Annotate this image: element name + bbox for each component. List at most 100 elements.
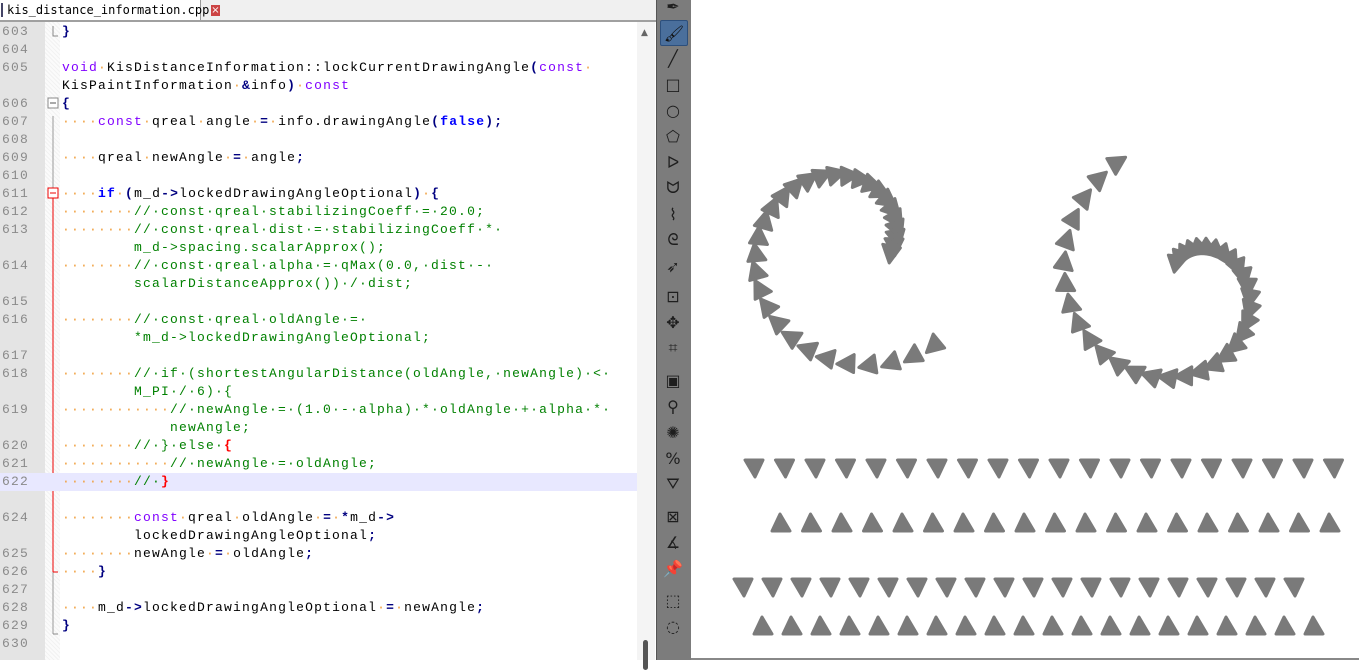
line-number: 608 [2, 132, 30, 147]
rectangle-tool-icon[interactable]: □ [660, 72, 686, 96]
scrollbar-thumb[interactable] [643, 640, 648, 670]
code-token: = [323, 510, 333, 525]
brush-dab [987, 458, 1009, 479]
color-picker-tool-icon[interactable]: ⚲ [660, 394, 686, 418]
measure-tool-icon[interactable]: ∡ [660, 530, 686, 554]
freehand-path-tool-icon[interactable]: ⌇ [660, 202, 686, 226]
code-line[interactable]: 615 [0, 293, 637, 311]
code-line[interactable]: 625 ········newAngle·=·oldAngle; [0, 545, 637, 563]
polyline-tool-icon[interactable]: ᐅ [660, 150, 686, 174]
line-number: 621 [2, 456, 30, 471]
code-line[interactable]: 607 ····const·qreal·angle·=·info.drawingA… [0, 113, 637, 131]
reference-pin-tool-icon[interactable]: 📌 [660, 556, 686, 580]
code-token: ···· [62, 186, 99, 201]
code-line[interactable]: lockedDrawingAngleOptional; [0, 527, 637, 545]
close-icon[interactable]: × [211, 4, 220, 16]
brush-dab [746, 242, 768, 263]
tab-label: kis_distance_information.cpp [7, 3, 210, 17]
code-line[interactable]: 627 [0, 581, 637, 599]
code-line[interactable]: 606 { [0, 95, 637, 113]
code-token: scalarDistanceApprox())·/·dist; [134, 276, 414, 291]
code-token: · [224, 150, 234, 165]
code-text: ········//·}·else·{ [62, 437, 233, 455]
code-token: ········ [62, 510, 135, 525]
code-line[interactable]: KisPaintInformation·&info)·const [0, 77, 637, 95]
code-token: //·const·qreal·oldAngle·=· [134, 312, 369, 327]
gradient-tool-icon[interactable]: ▣ [660, 368, 686, 392]
code-token: m_d [134, 186, 162, 201]
brush-dab [1303, 615, 1325, 636]
line-tool-icon[interactable]: ╱ [660, 46, 686, 70]
code-line[interactable]: 612 ········//·const·qreal·stabilizingCoe… [0, 203, 637, 221]
code-token: · [584, 60, 594, 75]
code-token: ···· [62, 564, 99, 579]
tab-file[interactable]: kis_distance_information.cpp × [0, 0, 220, 20]
code-text: { [62, 95, 71, 113]
fill-tool-percent-icon[interactable]: % [660, 446, 686, 470]
brush-dab [819, 577, 841, 598]
code-line[interactable]: 617 [0, 347, 637, 365]
bezier-curve-tool-icon[interactable]: ᗢ [660, 176, 686, 200]
code-token: info [251, 78, 288, 93]
code-line[interactable]: 630 [0, 635, 637, 653]
code-line[interactable]: 609 ····qreal·newAngle·=·angle; [0, 149, 637, 167]
code-text: ········const·qreal·oldAngle·=·*m_d-> [62, 509, 395, 527]
freehand-brush-tool-icon[interactable]: 🖌 [660, 20, 688, 46]
calligraphy-tool-icon[interactable]: ✒ [660, 0, 686, 18]
scroll-up-arrow-icon[interactable]: ▲ [641, 28, 648, 38]
code-line[interactable]: 603} [0, 23, 637, 41]
ellipse-tool-icon[interactable]: ○ [660, 98, 686, 122]
code-line[interactable]: 622 ········//·} [0, 473, 637, 491]
code-line[interactable]: 618 ········//·if·(shortestAngularDistanc… [0, 365, 637, 383]
code-line[interactable]: 604 [0, 41, 637, 59]
assistant-tool-icon[interactable]: ⊠ [660, 504, 686, 528]
code-line[interactable]: 619 ············//·newAngle·=·(1.0·-·alph… [0, 401, 637, 419]
line-number: 629 [2, 618, 30, 633]
code-line[interactable] [0, 491, 637, 509]
code-line[interactable]: 624 ········const·qreal·oldAngle·=·*m_d-> [0, 509, 637, 527]
code-line[interactable]: 629} [0, 617, 637, 635]
brush-dab [774, 458, 795, 479]
smart-patch-tool-icon[interactable]: ✺ [660, 420, 686, 444]
code-token: ); [485, 114, 504, 129]
brush-dab [902, 343, 925, 364]
code-line[interactable]: 628 ····m_d->lockedDrawingAngleOptional·=… [0, 599, 637, 617]
code-line[interactable]: 610 [0, 167, 637, 185]
code-line[interactable]: 605 void·KisDistanceInformation::lockCurr… [0, 59, 637, 77]
code-line[interactable]: 626 ····} [0, 563, 637, 581]
vertical-scrollbar[interactable]: ▲ [637, 22, 655, 670]
code-token: info.drawingAngle [278, 114, 432, 129]
multibrush-tool-icon[interactable]: ➶ [660, 254, 686, 278]
dynamic-brush-tool-icon[interactable]: ᘓ [660, 228, 686, 252]
crop-tool-icon[interactable]: ⌗ [660, 336, 686, 360]
code-line[interactable]: m_d->spacing.scalarApprox(); [0, 239, 637, 257]
code-line[interactable]: 620 ········//·}·else·{ [0, 437, 637, 455]
rectangular-selection-tool-icon[interactable]: ⬚ [660, 588, 686, 612]
transform-tool-icon[interactable]: ⊡ [660, 284, 686, 308]
code-line[interactable]: 613 ········//·const·qreal·dist·=·stabili… [0, 221, 637, 239]
code-line[interactable]: 616 ········//·const·qreal·oldAngle·=· [0, 311, 637, 329]
code-token: qreal [152, 114, 198, 129]
code-line[interactable]: 614 ········//·const·qreal·alpha·=·qMax(0… [0, 257, 637, 275]
polygon-tool-icon[interactable]: ⬠ [660, 124, 686, 148]
move-tool-icon[interactable]: ✥ [660, 310, 686, 334]
code-line[interactable]: 621 ············//·newAngle·=·oldAngle; [0, 455, 637, 473]
fill-tool-icon[interactable]: ⛛ [660, 472, 686, 496]
code-line[interactable]: 608 [0, 131, 637, 149]
brush-dab [835, 353, 856, 375]
code-line[interactable]: scalarDistanceApprox())·/·dist; [0, 275, 637, 293]
drawing-canvas[interactable] [691, 0, 1359, 660]
brush-dab [732, 577, 754, 598]
code-line[interactable]: newAngle; [0, 419, 637, 437]
code-line[interactable]: 611 ····if·(m_d->lockedDrawingAngleOption… [0, 185, 637, 203]
elliptical-selection-tool-icon[interactable]: ◌ [660, 614, 686, 638]
code-token: //·const·qreal·dist·=·stabilizingCoeff·*… [134, 222, 504, 237]
code-line[interactable]: M_PI·/·6)·{ [0, 383, 637, 401]
brush-dab [868, 615, 890, 636]
code-text: ····if·(m_d->lockedDrawingAngleOptional)… [62, 185, 440, 203]
code-line[interactable]: *m_d->lockedDrawingAngleOptional; [0, 329, 637, 347]
brush-dab [804, 458, 826, 479]
code-token: } [98, 564, 108, 579]
code-text: ········//·const·qreal·dist·=·stabilizin… [62, 221, 503, 239]
